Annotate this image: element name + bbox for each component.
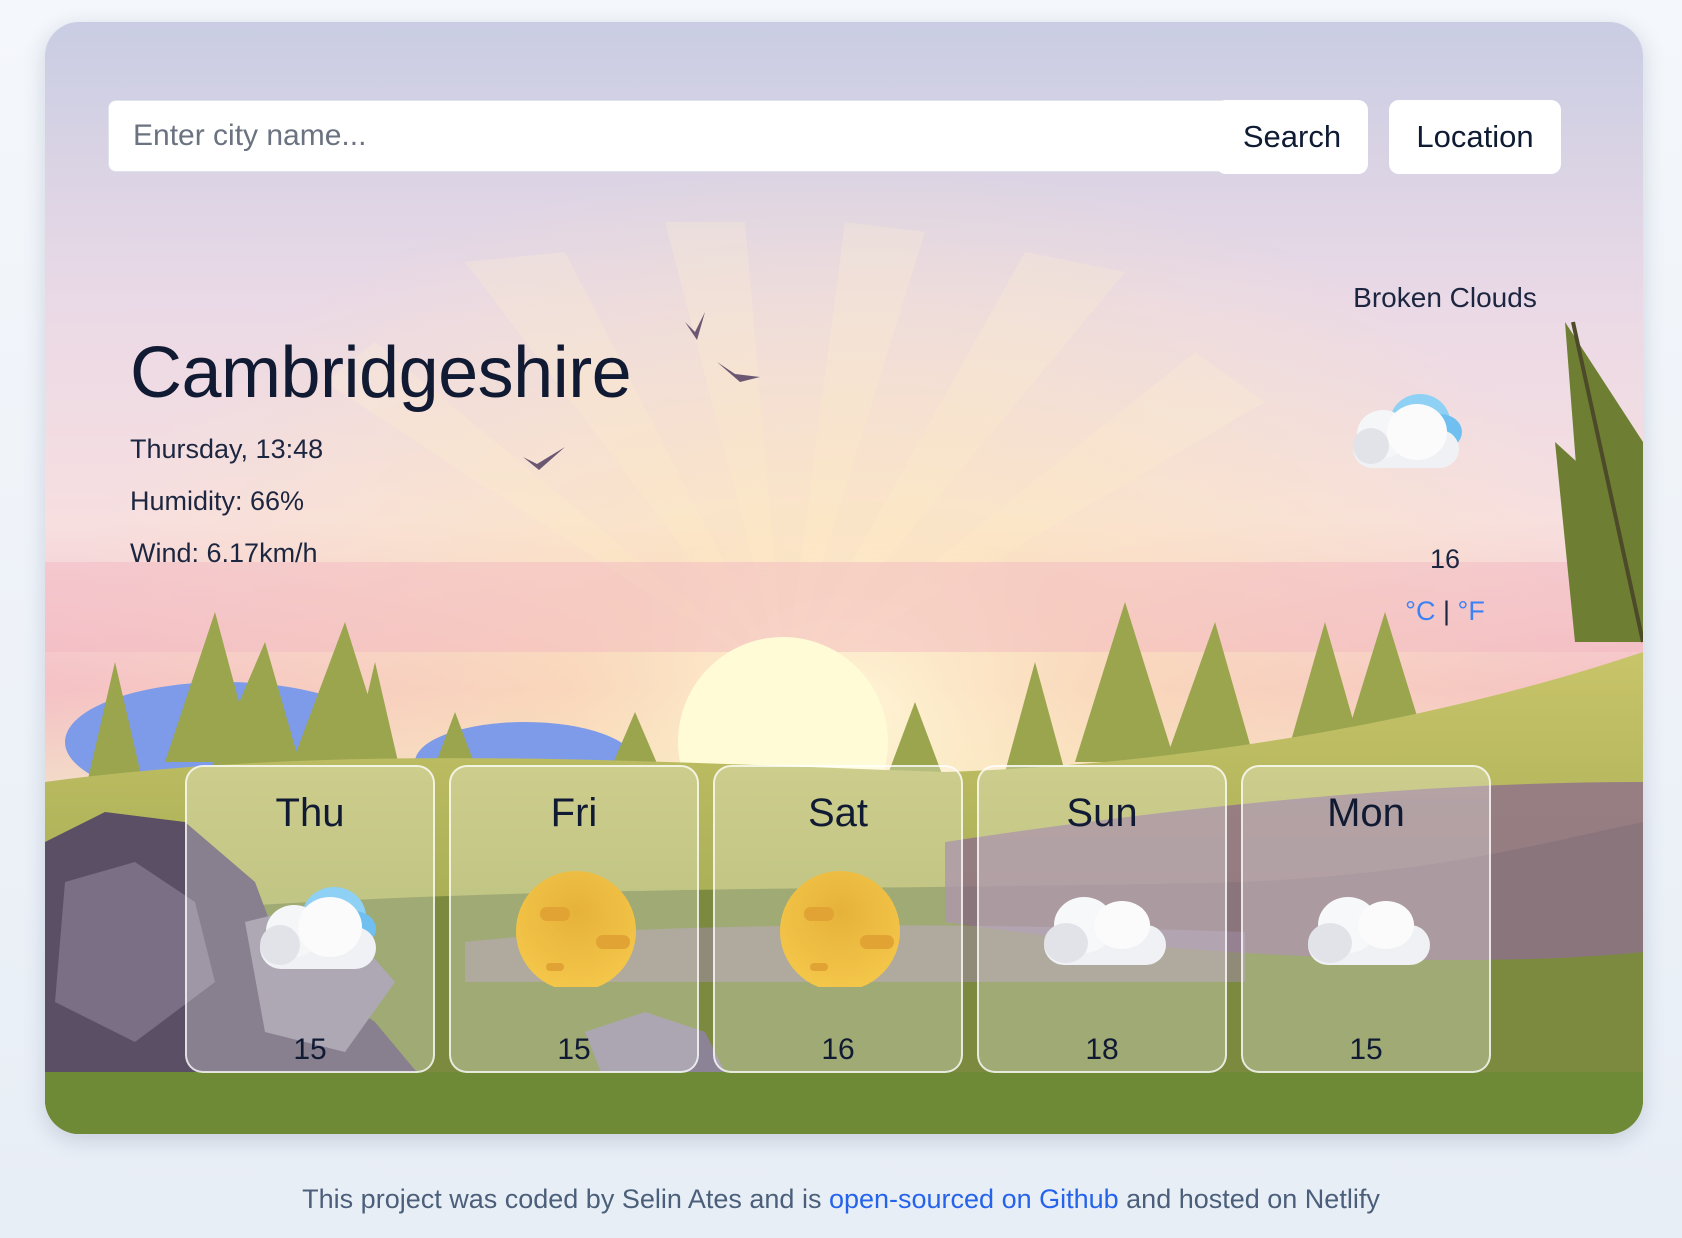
search-button[interactable]: Search bbox=[1216, 100, 1368, 174]
location-button[interactable]: Location bbox=[1389, 100, 1561, 174]
footer: This project was coded by Selin Ates and… bbox=[0, 1184, 1682, 1215]
forecast-card-sat: Sat 16 bbox=[713, 765, 963, 1073]
forecast-temp: 15 bbox=[1349, 1033, 1383, 1066]
weather-app-card: Search Location Cambridgeshire Thursday,… bbox=[45, 22, 1643, 1134]
unit-toggle: °C | °F bbox=[1355, 596, 1535, 627]
forecast-temp: 15 bbox=[557, 1033, 591, 1066]
forecast-card-thu: Thu 15 bbox=[185, 765, 435, 1073]
date-time: Thursday, 13:48 bbox=[130, 434, 324, 464]
fahrenheit-link[interactable]: °F bbox=[1458, 596, 1485, 626]
forecast-temp: 15 bbox=[293, 1033, 327, 1066]
forecast-day: Sat bbox=[807, 791, 869, 835]
celsius-link[interactable]: °C bbox=[1405, 596, 1435, 626]
unit-separator: | bbox=[1442, 596, 1450, 626]
forecast-temp: 16 bbox=[821, 1033, 855, 1066]
forecast-day: Mon bbox=[1327, 791, 1405, 835]
footer-suffix: and hosted on Netlify bbox=[1118, 1184, 1380, 1214]
humidity: Humidity: 66% bbox=[130, 486, 305, 516]
sun-icon bbox=[780, 871, 900, 987]
forecast-card-fri: Fri 15 bbox=[449, 765, 699, 1073]
forecast-day: Fri bbox=[550, 791, 598, 835]
broken-clouds-icon bbox=[1353, 394, 1462, 468]
cloud-icon bbox=[1044, 897, 1166, 965]
city-name: Cambridgeshire bbox=[130, 333, 632, 413]
github-link[interactable]: open-sourced on Github bbox=[829, 1184, 1119, 1214]
forecast-day: Sun bbox=[1066, 791, 1138, 835]
footer-prefix: This project was coded by Selin Ates and… bbox=[302, 1184, 829, 1214]
current-temperature: 16 bbox=[1429, 544, 1461, 574]
broken-clouds-icon bbox=[260, 887, 376, 969]
forecast-card-sun: Sun 18 bbox=[977, 765, 1227, 1073]
weather-description: Broken Clouds bbox=[1353, 282, 1537, 313]
forecast-temp: 18 bbox=[1085, 1033, 1119, 1066]
wind: Wind: 6.17km/h bbox=[130, 538, 318, 568]
forecast-card-mon: Mon 15 bbox=[1241, 765, 1491, 1073]
forecast-day: Thu bbox=[275, 791, 345, 835]
city-search-input[interactable] bbox=[108, 100, 1242, 172]
sun-icon bbox=[516, 871, 636, 987]
cloud-icon bbox=[1308, 897, 1430, 965]
